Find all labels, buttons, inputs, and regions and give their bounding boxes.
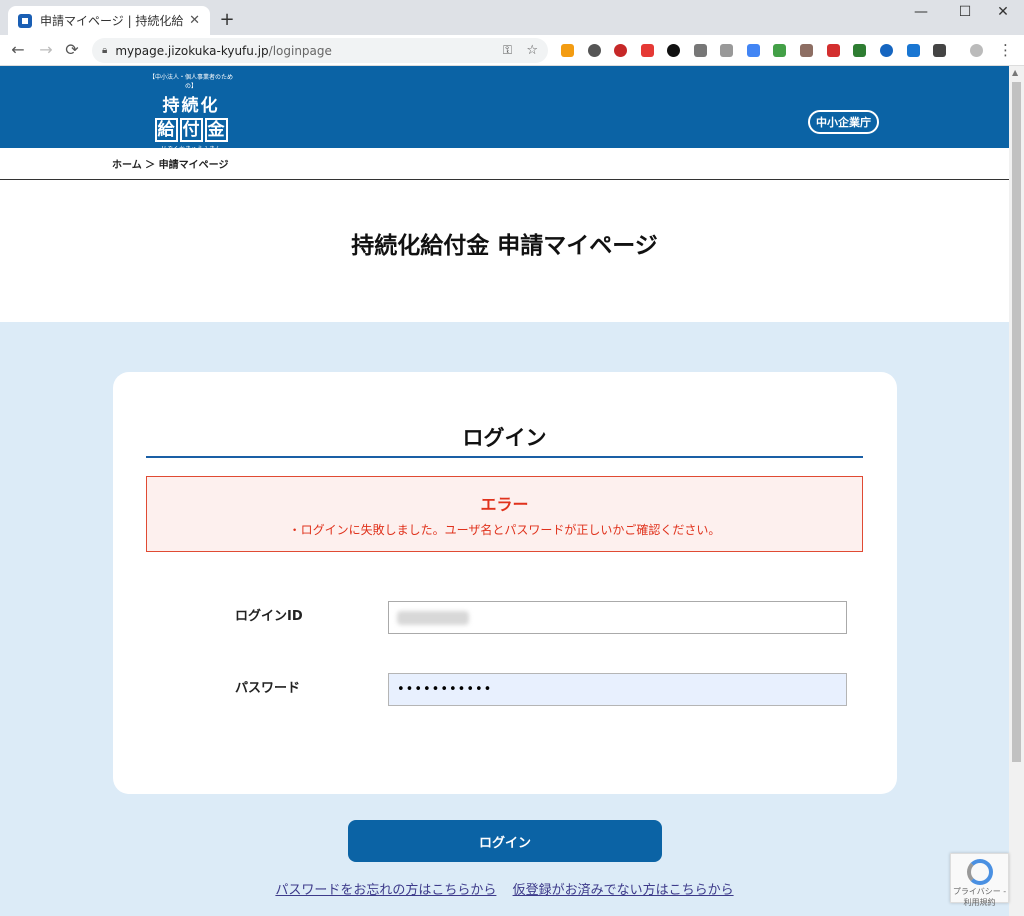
scrollbar[interactable]: ▲ [1009, 66, 1024, 916]
extension-e-icon[interactable] [588, 44, 601, 57]
extension-q-icon[interactable] [933, 44, 946, 57]
login-button[interactable]: ログイン [348, 820, 662, 862]
help-links: パスワードをお忘れの方はこちらから 仮登録がお済みでない方はこちらから [0, 879, 1009, 898]
extension-camera-icon[interactable] [720, 44, 733, 57]
star-icon[interactable]: ☆ [526, 43, 538, 58]
site-header: 【中小法人・個人事業者のための】 持続化 給 付 金 じぞくかきゅうふきん 中小… [0, 66, 1009, 153]
extension-puzzle-icon[interactable] [773, 44, 786, 57]
logo-line1: 持続化 [162, 96, 220, 116]
login-id-input[interactable] [388, 601, 847, 634]
browser-menu-icon[interactable]: ⋮ [998, 41, 1013, 59]
browser-tab[interactable]: 申請マイページ | 持続化給付金 ✕ [8, 6, 210, 35]
maximize-button[interactable]: ☐ [950, 4, 980, 20]
reload-button[interactable]: ⟳ [62, 40, 82, 59]
extension-lighthouse-icon[interactable] [641, 44, 654, 57]
address-bar[interactable]: 🔒︎ mypage.jizokuka-kyufu.jp/loginpage ⚿ … [92, 38, 548, 63]
tab-close-icon[interactable]: ✕ [189, 13, 200, 28]
login-card: ログイン エラー ・ログインに失敗しました。ユーザ名とパスワードが正しいかご確認… [113, 372, 897, 794]
agency-logo[interactable]: 中小企業庁 [808, 110, 879, 134]
tab-title: 申請マイページ | 持続化給付金 [40, 14, 184, 28]
browser-tab-bar: 申請マイページ | 持続化給付金 ✕ + — ☐ ✕ [0, 0, 1024, 35]
extension-google-icon[interactable] [747, 44, 760, 57]
login-id-label: ログインID [235, 609, 303, 624]
extension-chart-icon[interactable] [561, 44, 574, 57]
extension-abp-icon[interactable] [614, 44, 627, 57]
url-path: /loginpage [268, 43, 332, 58]
password-input[interactable]: ••••••••••• [388, 673, 847, 706]
error-title: エラー [480, 495, 529, 514]
divider [0, 179, 1009, 180]
logo-tagline: 【中小法人・個人事業者のための】 [148, 74, 233, 90]
extension-bug-icon[interactable] [800, 44, 813, 57]
extension-pdf-icon[interactable] [827, 44, 840, 57]
browser-toolbar: ← → ⟳ 🔒︎ mypage.jizokuka-kyufu.jp/loginp… [0, 35, 1024, 66]
error-message: ・ログインに失敗しました。ユーザ名とパスワードが正しいかご確認ください。 [288, 523, 721, 537]
extension-window-icon[interactable] [907, 44, 920, 57]
recaptcha-badge[interactable]: プライバシー - 利用規約 [950, 853, 1009, 907]
close-window-button[interactable]: ✕ [988, 4, 1018, 20]
error-box: エラー ・ログインに失敗しました。ユーザ名とパスワードが正しいかご確認ください。 [146, 476, 863, 552]
extension-check-icon[interactable] [853, 44, 866, 57]
scroll-up-arrow-icon[interactable]: ▲ [1012, 68, 1018, 77]
not-registered-link[interactable]: 仮登録がお済みでない方はこちらから [513, 883, 734, 898]
password-label: パスワード [235, 681, 301, 696]
logo-reading: じぞくかきゅうふきん [160, 146, 221, 153]
scrollbar-thumb[interactable] [1012, 82, 1021, 762]
url-host: mypage.jizokuka-kyufu.jp [115, 43, 269, 58]
extension-new-icon[interactable] [880, 44, 893, 57]
extension-person-icon[interactable] [667, 44, 680, 57]
page-title: 持続化給付金 申請マイページ [351, 233, 658, 259]
recaptcha-icon [966, 859, 993, 885]
logo-char: 金 [204, 118, 228, 142]
redacted-value [397, 611, 469, 625]
title-underline [146, 456, 863, 458]
key-icon[interactable]: ⚿ [503, 43, 512, 58]
extension-recycle-icon[interactable] [694, 44, 707, 57]
breadcrumb[interactable]: ホーム ＞ 申請マイページ [112, 156, 228, 171]
profile-avatar-icon[interactable] [970, 44, 983, 57]
site-logo[interactable]: 【中小法人・個人事業者のための】 持続化 給 付 金 じぞくかきゅうふきん [145, 72, 237, 153]
back-button[interactable]: ← [8, 40, 28, 59]
logo-line2: 給 付 金 [145, 118, 237, 142]
minimize-button[interactable]: — [906, 4, 936, 20]
forward-button[interactable]: → [36, 40, 56, 59]
lock-icon: 🔒︎ [102, 45, 108, 56]
login-title: ログイン [462, 426, 547, 450]
logo-char: 給 [154, 118, 178, 142]
new-tab-button[interactable]: + [217, 9, 237, 30]
logo-char: 付 [179, 118, 203, 142]
favicon-icon [18, 13, 32, 28]
recaptcha-text: プライバシー - 利用規約 [952, 887, 1007, 907]
forgot-password-link[interactable]: パスワードをお忘れの方はこちらから [275, 883, 496, 898]
